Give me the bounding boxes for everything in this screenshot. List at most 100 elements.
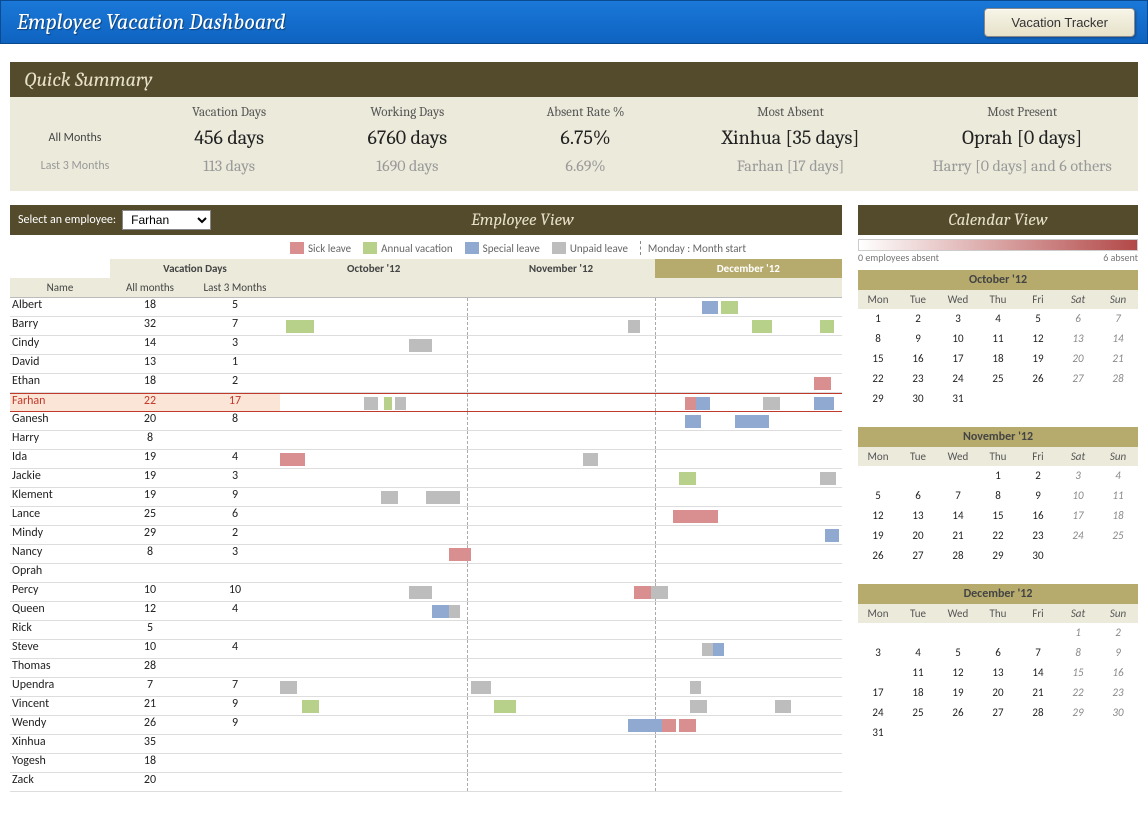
calendar-day[interactable]: 7 <box>938 486 978 506</box>
employee-row[interactable]: Cindy143 <box>10 336 842 355</box>
calendar-day[interactable]: 11 <box>1098 486 1138 506</box>
employee-row[interactable]: Albert185 <box>10 298 842 317</box>
employee-row[interactable]: Percy1010 <box>10 583 842 602</box>
calendar-day[interactable]: 3 <box>858 643 898 663</box>
calendar-day[interactable]: 19 <box>1018 349 1058 369</box>
calendar-day[interactable]: 23 <box>898 369 938 389</box>
calendar-day[interactable]: 16 <box>1098 663 1138 683</box>
calendar-day[interactable]: 30 <box>1018 546 1058 566</box>
employee-row[interactable]: Jackie193 <box>10 469 842 488</box>
calendar-day[interactable]: 11 <box>978 329 1018 349</box>
calendar-day[interactable]: 26 <box>1018 369 1058 389</box>
calendar-day[interactable]: 1 <box>858 309 898 329</box>
calendar-day[interactable]: 6 <box>1058 309 1098 329</box>
calendar-day[interactable]: 31 <box>858 723 898 743</box>
calendar-day[interactable]: 18 <box>898 683 938 703</box>
calendar-day[interactable]: 17 <box>1058 506 1098 526</box>
vacation-tracker-button[interactable]: Vacation Tracker <box>984 8 1135 37</box>
calendar-day[interactable]: 20 <box>978 683 1018 703</box>
calendar-day[interactable]: 27 <box>978 703 1018 723</box>
calendar-day[interactable]: 25 <box>1098 526 1138 546</box>
calendar-day[interactable]: 16 <box>1018 506 1058 526</box>
employee-row[interactable]: Farhan2217 <box>10 393 842 412</box>
calendar-day[interactable]: 22 <box>1058 683 1098 703</box>
calendar-day[interactable]: 29 <box>858 389 898 409</box>
calendar-day[interactable]: 27 <box>1058 369 1098 389</box>
employee-select[interactable]: Farhan <box>122 210 211 230</box>
calendar-day[interactable]: 11 <box>898 663 938 683</box>
calendar-day[interactable]: 15 <box>1058 663 1098 683</box>
employee-row[interactable]: Xinhua35 <box>10 735 842 754</box>
calendar-day[interactable]: 30 <box>1098 703 1138 723</box>
calendar-day[interactable]: 1 <box>978 466 1018 486</box>
calendar-day[interactable]: 4 <box>898 643 938 663</box>
employee-row[interactable]: Vincent219 <box>10 697 842 716</box>
employee-row[interactable]: Steve104 <box>10 640 842 659</box>
calendar-day[interactable]: 3 <box>938 309 978 329</box>
calendar-day[interactable]: 28 <box>1018 703 1058 723</box>
employee-row[interactable]: Queen124 <box>10 602 842 621</box>
employee-row[interactable]: Ida194 <box>10 450 842 469</box>
calendar-day[interactable]: 13 <box>1058 329 1098 349</box>
calendar-day[interactable]: 17 <box>858 683 898 703</box>
calendar-day[interactable]: 24 <box>858 703 898 723</box>
calendar-day[interactable]: 8 <box>1058 643 1098 663</box>
calendar-day[interactable]: 5 <box>1018 309 1058 329</box>
calendar-day[interactable]: 1 <box>1058 623 1098 643</box>
calendar-day[interactable]: 2 <box>898 309 938 329</box>
employee-row[interactable]: David131 <box>10 355 842 374</box>
calendar-day[interactable]: 4 <box>978 309 1018 329</box>
calendar-day[interactable]: 12 <box>858 506 898 526</box>
employee-row[interactable]: Wendy269 <box>10 716 842 735</box>
employee-row[interactable]: Thomas28 <box>10 659 842 678</box>
calendar-day[interactable]: 21 <box>1018 683 1058 703</box>
employee-row[interactable]: Zack20 <box>10 773 842 792</box>
calendar-day[interactable]: 15 <box>858 349 898 369</box>
calendar-day[interactable]: 14 <box>938 506 978 526</box>
calendar-day[interactable]: 22 <box>978 526 1018 546</box>
calendar-day[interactable]: 18 <box>1098 506 1138 526</box>
calendar-day[interactable]: 29 <box>1058 703 1098 723</box>
calendar-day[interactable]: 26 <box>858 546 898 566</box>
calendar-day[interactable]: 15 <box>978 506 1018 526</box>
calendar-day[interactable]: 23 <box>1098 683 1138 703</box>
calendar-day[interactable]: 14 <box>1018 663 1058 683</box>
calendar-day[interactable]: 7 <box>1018 643 1058 663</box>
calendar-day[interactable]: 13 <box>978 663 1018 683</box>
employee-row[interactable]: Oprah <box>10 564 842 583</box>
calendar-day[interactable]: 22 <box>858 369 898 389</box>
calendar-day[interactable]: 23 <box>1018 526 1058 546</box>
calendar-day[interactable]: 6 <box>978 643 1018 663</box>
employee-row[interactable]: Lance256 <box>10 507 842 526</box>
calendar-day[interactable]: 7 <box>1098 309 1138 329</box>
calendar-day[interactable]: 25 <box>898 703 938 723</box>
employee-row[interactable]: Nancy83 <box>10 545 842 564</box>
calendar-day[interactable]: 28 <box>1098 369 1138 389</box>
employee-row[interactable]: Ganesh208 <box>10 412 842 431</box>
calendar-day[interactable]: 27 <box>898 546 938 566</box>
employee-row[interactable]: Rick5 <box>10 621 842 640</box>
calendar-day[interactable]: 20 <box>1058 349 1098 369</box>
calendar-day[interactable]: 10 <box>938 329 978 349</box>
calendar-day[interactable]: 9 <box>898 329 938 349</box>
calendar-day[interactable]: 10 <box>1058 486 1098 506</box>
calendar-day[interactable]: 25 <box>978 369 1018 389</box>
calendar-day[interactable]: 10 <box>858 663 898 683</box>
calendar-day[interactable]: 6 <box>898 486 938 506</box>
calendar-day[interactable]: 5 <box>858 486 898 506</box>
calendar-day[interactable]: 28 <box>938 546 978 566</box>
calendar-day[interactable]: 19 <box>858 526 898 546</box>
calendar-day[interactable]: 8 <box>978 486 1018 506</box>
calendar-day[interactable]: 2 <box>1018 466 1058 486</box>
calendar-day[interactable]: 13 <box>898 506 938 526</box>
calendar-day[interactable]: 24 <box>938 369 978 389</box>
employee-row[interactable]: Klement199 <box>10 488 842 507</box>
calendar-day[interactable]: 14 <box>1098 329 1138 349</box>
calendar-day[interactable]: 20 <box>898 526 938 546</box>
employee-row[interactable]: Mindy292 <box>10 526 842 545</box>
calendar-day[interactable]: 9 <box>1098 643 1138 663</box>
calendar-day[interactable]: 12 <box>1018 329 1058 349</box>
calendar-day[interactable]: 21 <box>1098 349 1138 369</box>
calendar-day[interactable]: 5 <box>938 643 978 663</box>
calendar-day[interactable]: 12 <box>938 663 978 683</box>
